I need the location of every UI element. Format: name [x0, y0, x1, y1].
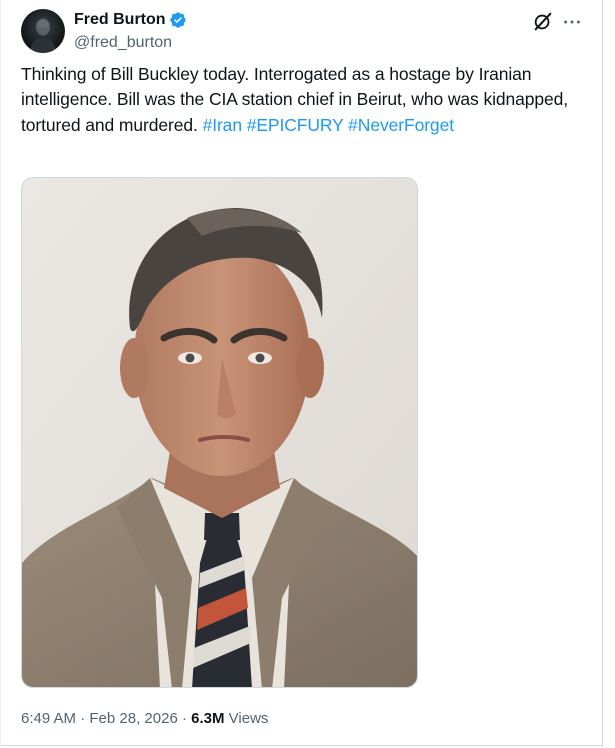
tweet-card: Fred Burton @fred_burton Thinking of Bil… — [0, 0, 603, 746]
grok-icon[interactable] — [532, 11, 554, 33]
avatar[interactable] — [21, 9, 65, 53]
hashtag-link-iran[interactable]: #Iran — [203, 115, 242, 135]
tweet-photo[interactable] — [21, 177, 418, 688]
tweet-meta: 6:49 AM · Feb 28, 2026 · 6.3M Views — [21, 710, 268, 728]
verified-badge-icon[interactable] — [169, 11, 187, 29]
meta-separator: · — [80, 710, 86, 727]
author-display-name[interactable]: Fred Burton — [74, 10, 166, 30]
views-count: 6.3M — [191, 710, 225, 727]
tweet-text: Thinking of Bill Buckley today. Interrog… — [21, 62, 581, 138]
meta-separator-2: · — [181, 710, 187, 727]
hashtag-link-epicfury[interactable]: #EPICFURY — [247, 115, 344, 135]
more-options-icon[interactable] — [561, 11, 583, 33]
hashtag-link-neverforget[interactable]: #NeverForget — [348, 115, 454, 135]
tweet-time[interactable]: 6:49 AM — [21, 710, 76, 727]
author-handle[interactable]: @fred_burton — [74, 33, 172, 53]
avatar-photo-icon — [30, 18, 56, 53]
portrait-image — [22, 178, 417, 687]
views-label: Views — [228, 710, 269, 727]
tweet-date[interactable]: Feb 28, 2026 — [89, 710, 177, 727]
author-name-row[interactable]: Fred Burton — [74, 10, 187, 30]
